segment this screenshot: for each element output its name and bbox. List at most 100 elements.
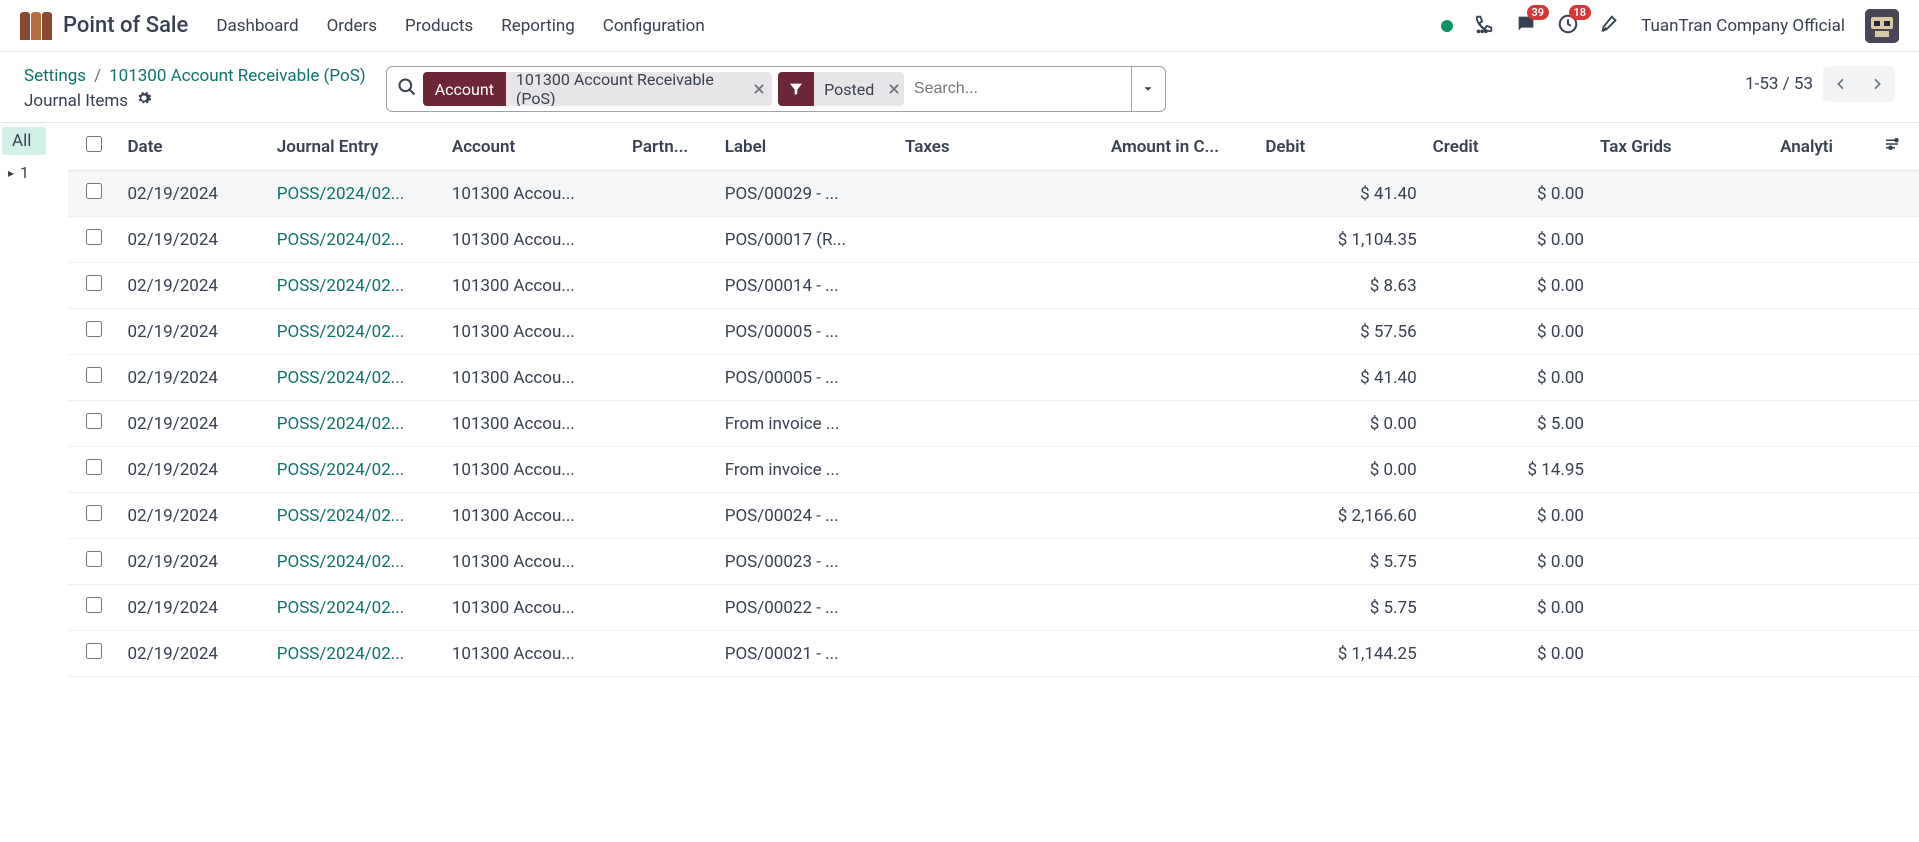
col-header-amount[interactable]: Amount in C... (1103, 123, 1257, 171)
facet-remove-account[interactable] (747, 72, 773, 106)
cell-entry[interactable]: POSS/2024/02... (269, 309, 444, 355)
cell-partner (624, 263, 717, 309)
cell-partner (624, 309, 717, 355)
row-checkbox[interactable] (86, 597, 102, 613)
cell-date: 02/19/2024 (119, 539, 268, 585)
cell-amount (1103, 401, 1257, 447)
cell-amount (1103, 263, 1257, 309)
row-checkbox[interactable] (86, 275, 102, 291)
sidebar-group-1[interactable]: ▸ 1 (0, 159, 68, 186)
cell-debit: $ 1,104.35 (1257, 217, 1424, 263)
row-checkbox[interactable] (86, 459, 102, 475)
col-header-credit[interactable]: Credit (1425, 123, 1592, 171)
sidebar-all[interactable]: All (2, 127, 46, 155)
pager-next[interactable] (1859, 66, 1895, 102)
table-row[interactable]: 02/19/2024POSS/2024/02...101300 Accou...… (68, 585, 1919, 631)
cell-entry[interactable]: POSS/2024/02... (269, 631, 444, 677)
cell-analytic (1772, 171, 1875, 217)
cell-grids (1592, 355, 1772, 401)
col-header-taxes[interactable]: Taxes (897, 123, 1103, 171)
app-logo[interactable] (20, 12, 53, 40)
table-row[interactable]: 02/19/2024POSS/2024/02...101300 Accou...… (68, 217, 1919, 263)
cell-account: 101300 Accou... (444, 401, 624, 447)
cog-dropdown-icon[interactable] (136, 90, 152, 111)
search-bar[interactable]: Account 101300 Account Receivable (PoS) … (386, 66, 1166, 112)
cell-entry[interactable]: POSS/2024/02... (269, 401, 444, 447)
col-header-partner[interactable]: Partn... (624, 123, 717, 171)
cell-label: From invoice ... (717, 447, 897, 493)
table-row[interactable]: 02/19/2024POSS/2024/02...101300 Accou...… (68, 539, 1919, 585)
cell-label: POS/00021 - ... (717, 631, 897, 677)
search-facet-groupby: Account 101300 Account Receivable (PoS) (423, 72, 772, 106)
table-row[interactable]: 02/19/2024POSS/2024/02...101300 Accou...… (68, 493, 1919, 539)
cell-entry[interactable]: POSS/2024/02... (269, 447, 444, 493)
cell-entry[interactable]: POSS/2024/02... (269, 171, 444, 217)
cell-credit: $ 0.00 (1425, 309, 1592, 355)
cell-date: 02/19/2024 (119, 171, 268, 217)
cell-credit: $ 0.00 (1425, 493, 1592, 539)
col-header-date[interactable]: Date (119, 123, 268, 171)
voip-icon[interactable] (1473, 13, 1495, 39)
control-panel: Settings / 101300 Account Receivable (Po… (0, 52, 1919, 123)
company-switcher[interactable]: TuanTran Company Official (1641, 16, 1845, 36)
cell-credit: $ 0.00 (1425, 355, 1592, 401)
cell-entry[interactable]: POSS/2024/02... (269, 355, 444, 401)
row-checkbox[interactable] (86, 229, 102, 245)
select-all-checkbox[interactable] (86, 136, 102, 152)
facet-tag-account: Account (423, 72, 506, 106)
pager-counter[interactable]: 1-53 / 53 (1745, 74, 1813, 94)
table-row[interactable]: 02/19/2024POSS/2024/02...101300 Accou...… (68, 171, 1919, 217)
cell-entry[interactable]: POSS/2024/02... (269, 263, 444, 309)
cell-credit: $ 0.00 (1425, 585, 1592, 631)
messages-icon[interactable]: 39 (1515, 13, 1537, 39)
col-header-label[interactable]: Label (717, 123, 897, 171)
col-header-entry[interactable]: Journal Entry (269, 123, 444, 171)
row-checkbox[interactable] (86, 643, 102, 659)
optional-columns-icon[interactable] (1883, 138, 1901, 158)
cell-entry[interactable]: POSS/2024/02... (269, 493, 444, 539)
nav-dashboard[interactable]: Dashboard (216, 16, 298, 36)
cell-grids (1592, 539, 1772, 585)
app-title[interactable]: Point of Sale (63, 13, 188, 38)
table-row[interactable]: 02/19/2024POSS/2024/02...101300 Accou...… (68, 447, 1919, 493)
cell-amount (1103, 217, 1257, 263)
col-header-grids[interactable]: Tax Grids (1592, 123, 1772, 171)
col-header-account[interactable]: Account (444, 123, 624, 171)
nav-products[interactable]: Products (405, 16, 473, 36)
activities-icon[interactable]: 18 (1557, 13, 1579, 39)
pager-prev[interactable] (1823, 66, 1859, 102)
presence-indicator[interactable] (1441, 20, 1453, 32)
user-avatar[interactable] (1865, 9, 1899, 43)
nav-orders[interactable]: Orders (327, 16, 377, 36)
col-header-debit[interactable]: Debit (1257, 123, 1424, 171)
row-checkbox[interactable] (86, 505, 102, 521)
table-row[interactable]: 02/19/2024POSS/2024/02...101300 Accou...… (68, 401, 1919, 447)
cell-debit: $ 57.56 (1257, 309, 1424, 355)
row-checkbox[interactable] (86, 321, 102, 337)
search-input[interactable] (904, 67, 1131, 111)
cell-entry[interactable]: POSS/2024/02... (269, 539, 444, 585)
nav-configuration[interactable]: Configuration (603, 16, 705, 36)
cell-entry[interactable]: POSS/2024/02... (269, 585, 444, 631)
row-checkbox[interactable] (86, 413, 102, 429)
table-row[interactable]: 02/19/2024POSS/2024/02...101300 Accou...… (68, 263, 1919, 309)
search-options-toggle[interactable] (1131, 67, 1165, 111)
col-header-analytic[interactable]: Analyti (1772, 123, 1875, 171)
cell-grids (1592, 401, 1772, 447)
breadcrumb-current[interactable]: 101300 Account Receivable (PoS) (109, 66, 366, 86)
row-checkbox[interactable] (86, 367, 102, 383)
breadcrumb-separator: / (94, 66, 101, 86)
facet-value-account: 101300 Account Receivable (PoS) (506, 72, 747, 106)
table-row[interactable]: 02/19/2024POSS/2024/02...101300 Accou...… (68, 355, 1919, 401)
nav-reporting[interactable]: Reporting (501, 16, 575, 36)
cell-amount (1103, 539, 1257, 585)
row-checkbox[interactable] (86, 183, 102, 199)
cell-entry[interactable]: POSS/2024/02... (269, 217, 444, 263)
breadcrumb-root[interactable]: Settings (24, 66, 86, 86)
debug-icon[interactable] (1599, 13, 1621, 39)
cell-debit: $ 0.00 (1257, 447, 1424, 493)
facet-remove-posted[interactable] (884, 72, 904, 106)
table-row[interactable]: 02/19/2024POSS/2024/02...101300 Accou...… (68, 309, 1919, 355)
row-checkbox[interactable] (86, 551, 102, 567)
table-row[interactable]: 02/19/2024POSS/2024/02...101300 Accou...… (68, 631, 1919, 677)
